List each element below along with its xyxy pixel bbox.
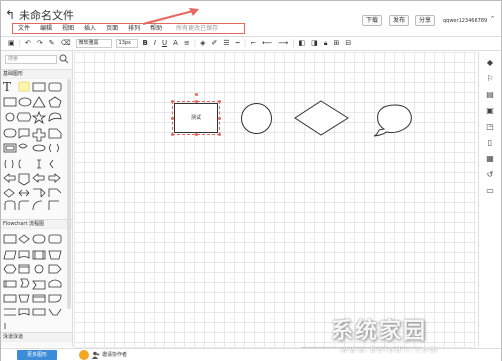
add-collaborator-icon[interactable]	[92, 351, 100, 359]
sidebar-toggle-icon[interactable]: ▣	[5, 37, 18, 50]
menu-insert[interactable]: 插入	[79, 24, 101, 33]
data-icon[interactable]: ◳	[485, 122, 495, 132]
resize-handle[interactable]	[171, 100, 174, 103]
line-width-icon[interactable]: ☰	[220, 37, 232, 50]
search-icon[interactable]	[59, 54, 69, 64]
page-settings-icon[interactable]: ▤	[485, 90, 495, 100]
menu-view[interactable]: 视图	[57, 24, 79, 33]
download-button[interactable]: 下载	[362, 15, 382, 26]
comment-icon[interactable]: ▭	[485, 186, 495, 196]
resize-handle[interactable]	[195, 100, 198, 103]
resize-handle[interactable]	[171, 133, 174, 136]
arrow-start-icon[interactable]: ⟵	[259, 37, 275, 50]
theme-icon[interactable]: ⚐	[485, 74, 495, 84]
back-arrow-icon[interactable]: ↰	[5, 9, 15, 21]
menu-edit[interactable]: 编辑	[35, 24, 57, 33]
font-size-select[interactable]: 13px	[115, 39, 138, 48]
eraser-icon[interactable]: ⌫	[58, 37, 74, 50]
flowchart-shapes-grid[interactable]	[3, 231, 65, 329]
section-flowchart[interactable]: Flowchart 流程图	[1, 219, 72, 229]
format-toolbar: ▣ | ↶ ↷ ✎ ⌫ 微软雅黑 13px B I U A ≡ | ◈ ✐ ☰ …	[1, 36, 501, 51]
format-painter-icon[interactable]: ✎	[46, 37, 58, 50]
more-shapes-button[interactable]: 更多图形	[17, 350, 57, 360]
svg-text:T: T	[3, 80, 11, 94]
chevron-up-icon[interactable]: ⌃	[488, 15, 497, 24]
line-style-icon[interactable]: ┅	[233, 37, 243, 50]
arrow-end-icon[interactable]: ⟶	[275, 37, 291, 50]
document-title[interactable]: 未命名文件	[19, 9, 74, 22]
document-icon[interactable]: ▯	[485, 138, 495, 148]
format-panel-icon[interactable]: ◆	[485, 58, 495, 68]
layers-icon[interactable]: ▦	[485, 154, 495, 164]
resize-handle[interactable]	[218, 133, 221, 136]
menu-bar: 文件 编辑 视图 插入 页面 排列 帮助 所有更改已保存	[12, 23, 245, 34]
connector-icon[interactable]: ⌐	[247, 37, 259, 50]
rotate-handle[interactable]	[195, 93, 198, 96]
drawing-canvas[interactable]	[74, 52, 477, 347]
section-swimlane[interactable]: 泳道泳道	[1, 332, 72, 342]
image-icon[interactable]: ▣	[485, 106, 495, 116]
underline-button[interactable]: U	[159, 37, 170, 50]
bring-front-icon[interactable]: ◧	[296, 37, 309, 50]
avatar[interactable]	[79, 350, 89, 360]
font-family-select[interactable]: 微软雅黑	[75, 39, 112, 48]
basic-shapes-grid[interactable]: T	[3, 80, 65, 218]
watermark-url: www.bolodir.com	[341, 345, 440, 354]
share-button[interactable]: 分享	[415, 15, 435, 26]
annotation-arrow	[142, 8, 199, 25]
menu-page[interactable]: 页面	[101, 24, 123, 33]
canvas-rectangle-shape[interactable]: 测试	[174, 103, 218, 133]
font-color-button[interactable]: A	[170, 37, 181, 50]
group-icon[interactable]: ⊞	[331, 37, 343, 50]
section-basic-shapes[interactable]: 基础图形	[1, 69, 72, 79]
resize-handle[interactable]	[218, 100, 221, 103]
publish-button[interactable]: 发布	[389, 15, 409, 26]
lock-icon[interactable]: 🔒︎	[321, 37, 331, 50]
resize-handle[interactable]	[171, 117, 174, 120]
right-panel: ◆ ⚐ ▤ ▣ ◳ ▯ ▦ ↺ ▭	[478, 52, 501, 347]
app-window: ↰ 未命名文件 文件 编辑 视图 插入 页面 排列 帮助 所有更改已保存 下载 …	[0, 0, 502, 361]
canvas-circle-shape[interactable]	[241, 103, 272, 134]
canvas-speech-bubble-shape[interactable]	[373, 104, 412, 137]
undo-icon[interactable]: ↶	[22, 37, 34, 50]
redo-icon[interactable]: ↷	[34, 37, 46, 50]
italic-button[interactable]: I	[151, 37, 159, 50]
distribute-icon[interactable]: ⊟	[342, 37, 354, 50]
username[interactable]: qqwer123466789	[443, 18, 487, 24]
shape-library-sidebar: 搜索 基础图形 T Flowchart 流程图 泳道泳道	[1, 51, 73, 347]
resize-handle[interactable]	[195, 133, 198, 136]
canvas-diamond-shape[interactable]	[294, 100, 349, 136]
menu-file[interactable]: 文件	[13, 24, 35, 33]
sidebar-scrollbar[interactable]	[67, 79, 71, 309]
history-icon[interactable]: ↺	[485, 170, 495, 180]
fill-color-icon[interactable]: ◈	[197, 37, 208, 50]
bold-button[interactable]: B	[140, 37, 151, 50]
watermark-logo: 系统家园	[331, 318, 428, 344]
resize-handle[interactable]	[218, 117, 221, 120]
invite-collaborator-link[interactable]: 邀请协作者	[102, 351, 127, 359]
canvas-shapes-group	[294, 100, 412, 137]
send-back-icon[interactable]: ◨	[308, 37, 321, 50]
search-input[interactable]: 搜索	[5, 55, 57, 64]
align-icon[interactable]: ≡	[181, 37, 193, 50]
line-color-icon[interactable]: ✐	[208, 37, 220, 50]
